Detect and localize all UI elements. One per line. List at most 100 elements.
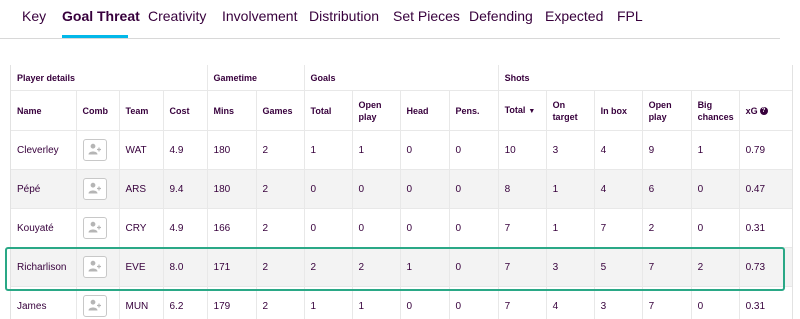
col-header-label: In box (600, 105, 628, 116)
tab-involvement[interactable]: Involvement (222, 8, 297, 24)
cell-in-box: 4 (594, 169, 643, 209)
cell-head: 0 (400, 286, 450, 319)
cell-g-open: 2 (352, 247, 401, 287)
col-header-in-box[interactable]: In box (594, 90, 643, 131)
col-header-label: Open play (648, 99, 672, 122)
cell-comb (76, 169, 120, 209)
cell-mins: 180 (207, 130, 257, 170)
col-header-shots-open-play[interactable]: Open play (642, 90, 692, 131)
col-header-label: Big chances (697, 99, 734, 122)
cell-comb (76, 130, 120, 170)
tab-defending[interactable]: Defending (469, 8, 533, 24)
tab-fpl[interactable]: FPL (617, 8, 643, 24)
cell-on-target: 1 (546, 169, 595, 209)
cell-g-open: 1 (352, 130, 401, 170)
cell-s-open: 7 (642, 247, 692, 287)
cell-head: 0 (400, 208, 450, 248)
col-header-mins[interactable]: Mins (207, 90, 257, 131)
col-header-label: Games (262, 105, 293, 116)
cell-team: CRY (119, 208, 164, 248)
table-row[interactable]: Cleverley WAT 4.9 180 2 1 1 0 0 10 3 4 9 1 0.79 (11, 130, 792, 170)
cell-name: James (11, 286, 77, 319)
cell-big-chances: 0 (691, 169, 740, 209)
column-group-row: Player details Gametime Goals Shots (11, 65, 792, 91)
col-header-team[interactable]: Team (119, 90, 164, 131)
cell-name: Pépé (11, 169, 77, 209)
column-header-row: Name Comb Team Cost Mins Games Total Ope… (11, 90, 792, 131)
tab-distribution[interactable]: Distribution (309, 8, 379, 24)
cell-cost: 6.2 (163, 286, 208, 319)
cell-name: Richarlison (11, 247, 77, 287)
col-header-head[interactable]: Head (400, 90, 450, 131)
col-header-cost[interactable]: Cost (163, 90, 208, 131)
table-row[interactable]: Pépé ARS 9.4 180 2 0 0 0 0 8 1 4 6 0 0.47 (11, 169, 792, 209)
col-header-label: Cost (169, 105, 190, 116)
cell-pens: 0 (449, 169, 499, 209)
cell-g-total: 1 (304, 286, 353, 319)
cell-s-total: 10 (498, 130, 547, 170)
cell-big-chances: 0 (691, 286, 740, 319)
col-header-games[interactable]: Games (256, 90, 305, 131)
cell-team: MUN (119, 286, 164, 319)
cell-cost: 9.4 (163, 169, 208, 209)
table-row[interactable]: Kouyaté CRY 4.9 166 2 0 0 0 0 7 1 7 2 0 0.31 (11, 208, 792, 248)
cell-s-total: 7 (498, 286, 547, 319)
col-header-comb[interactable]: Comb (76, 90, 120, 131)
cell-on-target: 1 (546, 208, 595, 248)
cell-comb (76, 286, 120, 319)
cell-in-box: 7 (594, 208, 643, 248)
cell-pens: 0 (449, 208, 499, 248)
group-player-details: Player details (11, 65, 208, 91)
cell-mins: 171 (207, 247, 257, 287)
cell-s-open: 6 (642, 169, 692, 209)
tab-set-pieces[interactable]: Set Pieces (393, 8, 460, 24)
group-goals: Goals (304, 65, 499, 91)
col-header-pens[interactable]: Pens. (449, 90, 499, 131)
table-row[interactable]: Richarlison EVE 8.0 171 2 2 2 1 0 7 3 5 7 2 0.73 (11, 247, 792, 287)
cell-games: 2 (256, 286, 305, 319)
col-header-goals-total[interactable]: Total (304, 90, 353, 131)
active-tab-indicator (62, 35, 128, 38)
col-header-label: Pens. (455, 105, 480, 116)
tab-creativity[interactable]: Creativity (148, 8, 206, 24)
cell-g-total: 0 (304, 208, 353, 248)
add-player-comparison-button[interactable] (82, 295, 107, 317)
col-header-label: Team (125, 105, 149, 116)
col-header-label: Comb (82, 105, 109, 116)
col-header-xg[interactable]: xG? (739, 90, 792, 131)
goal-threat-table: Player details Gametime Goals Shots Name… (11, 65, 792, 319)
add-player-comparison-button[interactable] (82, 139, 107, 161)
add-player-comparison-button[interactable] (82, 256, 107, 278)
table-row[interactable]: James MUN 6.2 179 2 1 1 0 0 7 4 3 7 0 0.31 (11, 286, 792, 319)
cell-s-total: 8 (498, 169, 547, 209)
col-header-label: Head (406, 105, 429, 116)
cell-team: ARS (119, 169, 164, 209)
col-header-label: Open play (358, 99, 382, 122)
cell-g-open: 0 (352, 208, 401, 248)
col-header-on-target[interactable]: On target (546, 90, 595, 131)
col-header-big-chances[interactable]: Big chances (691, 90, 740, 131)
cell-name: Cleverley (11, 130, 77, 170)
col-header-name[interactable]: Name (11, 90, 77, 131)
col-header-goals-open-play[interactable]: Open play (352, 90, 401, 131)
col-header-label: Name (17, 105, 42, 116)
col-header-label: Total (310, 105, 332, 116)
cell-team: WAT (119, 130, 164, 170)
cell-xg: 0.79 (739, 130, 792, 170)
col-header-label: Total (504, 104, 526, 115)
cell-pens: 0 (449, 130, 499, 170)
col-header-label: xG (745, 105, 758, 116)
help-circle-icon[interactable]: ? (759, 107, 768, 116)
tab-goal-threat[interactable]: Goal Threat (62, 8, 140, 24)
tab-expected[interactable]: Expected (545, 8, 603, 24)
cell-g-open: 0 (352, 169, 401, 209)
group-shots: Shots (498, 65, 792, 91)
tab-key[interactable]: Key (22, 8, 46, 24)
col-header-shots-total[interactable]: Total ▼ (498, 90, 547, 131)
cell-cost: 8.0 (163, 247, 208, 287)
cell-mins: 166 (207, 208, 257, 248)
stats-tab-bar: Key Goal Threat Creativity Involvement D… (0, 0, 780, 39)
add-player-comparison-button[interactable] (82, 178, 107, 200)
add-player-comparison-button[interactable] (82, 217, 107, 239)
cell-big-chances: 0 (691, 208, 740, 248)
